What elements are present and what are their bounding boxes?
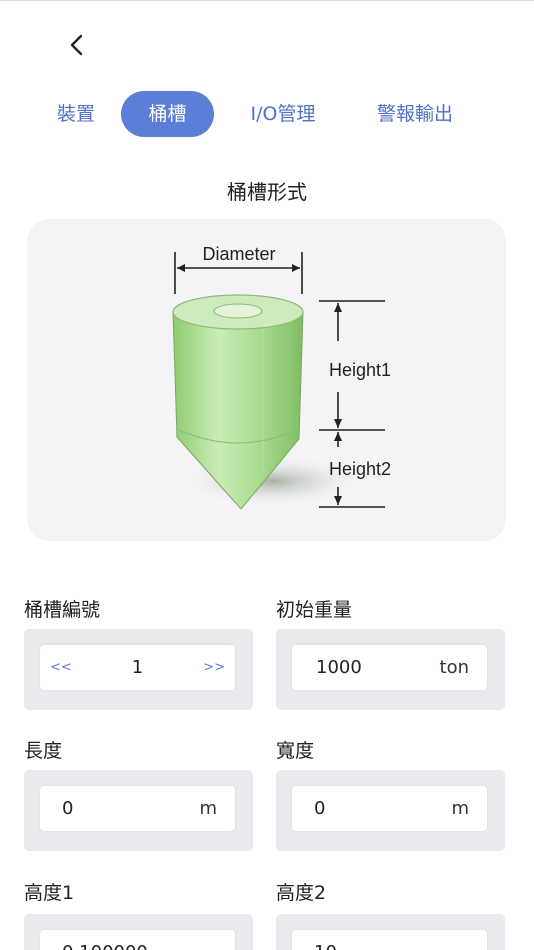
tank-diagram-card: Diameter Height1 Height2 bbox=[27, 219, 506, 541]
height2-label: Height2 bbox=[329, 459, 391, 479]
initial-weight-value: 1000 bbox=[316, 657, 362, 678]
tank-number-field: << 1 >> bbox=[24, 629, 253, 710]
width-value: 0 bbox=[314, 798, 326, 819]
width-input[interactable]: 0 m bbox=[292, 786, 487, 831]
tank-diagram: Diameter Height1 Height2 bbox=[172, 244, 391, 510]
initial-weight-input[interactable]: 1000 ton bbox=[292, 645, 487, 690]
initial-weight-field: 1000 ton bbox=[276, 629, 505, 710]
tank-number-label: 桶槽編號 bbox=[24, 599, 101, 621]
length-input[interactable]: 0 m bbox=[40, 786, 235, 831]
tab-tank[interactable]: 桶槽 bbox=[121, 91, 214, 137]
height2-input[interactable]: 10 bbox=[292, 930, 487, 950]
height1-field-label: 高度1 bbox=[24, 882, 75, 904]
stepper-next-button[interactable]: >> bbox=[203, 645, 225, 690]
initial-weight-label: 初始重量 bbox=[276, 599, 353, 621]
top-divider bbox=[0, 0, 534, 1]
length-value: 0 bbox=[62, 798, 74, 819]
height1-label: Height1 bbox=[329, 360, 391, 380]
length-field: 0 m bbox=[24, 770, 253, 851]
height2-field-label: 高度2 bbox=[276, 882, 327, 904]
diameter-label: Diameter bbox=[202, 244, 275, 264]
tab-bar: 裝置 桶槽 I/O管理 警報輸出 bbox=[0, 91, 534, 137]
initial-weight-unit: ton bbox=[439, 657, 469, 678]
width-field: 0 m bbox=[276, 770, 505, 851]
height2-field: 10 bbox=[276, 914, 505, 950]
height2-value: 10 bbox=[314, 930, 337, 950]
section-title: 桶槽形式 bbox=[227, 180, 307, 204]
tank-opening bbox=[213, 303, 263, 319]
length-unit: m bbox=[199, 798, 217, 819]
tab-device[interactable]: 裝置 bbox=[46, 91, 106, 137]
width-label: 寬度 bbox=[276, 740, 315, 762]
height1-field: 0.100000 bbox=[24, 914, 253, 950]
chevron-left-icon bbox=[70, 34, 83, 56]
tank-number-stepper: << 1 >> bbox=[40, 645, 235, 690]
width-unit: m bbox=[451, 798, 469, 819]
length-label: 長度 bbox=[24, 740, 63, 762]
tab-io-management[interactable]: I/O管理 bbox=[240, 91, 326, 137]
height1-input[interactable]: 0.100000 bbox=[40, 930, 235, 950]
height1-value: 0.100000 bbox=[62, 930, 148, 950]
back-button[interactable] bbox=[60, 28, 94, 62]
tab-alarm-output[interactable]: 警報輸出 bbox=[366, 91, 464, 137]
